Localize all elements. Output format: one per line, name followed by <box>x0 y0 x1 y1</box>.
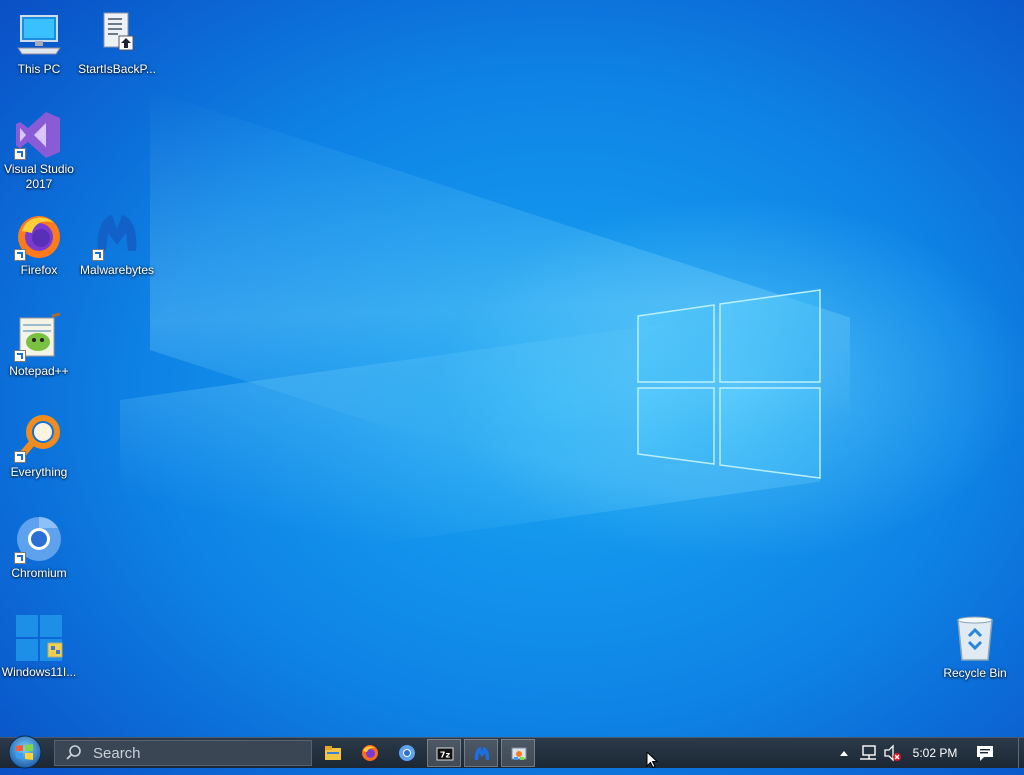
desktop-icon-startisback[interactable]: StartIsBackP... <box>78 10 156 77</box>
shortcut-arrow-icon <box>14 350 26 362</box>
7zip-icon: 7z <box>436 747 454 761</box>
taskbar-control-panel[interactable] <box>501 739 535 767</box>
firefox-icon <box>14 211 64 261</box>
control-panel-icon <box>511 747 527 760</box>
installer-file-icon <box>92 10 142 60</box>
network-wired-icon <box>860 745 876 760</box>
taskbar-malwarebytes[interactable] <box>464 739 498 767</box>
shortcut-arrow-icon <box>92 249 104 261</box>
taskbar-7zip[interactable]: 7z <box>427 739 461 767</box>
volume-tray-button[interactable] <box>882 738 902 768</box>
shortcut-arrow-icon <box>14 148 26 160</box>
desktop-icon-firefox[interactable]: Firefox <box>0 211 78 278</box>
chevron-up-icon <box>840 751 848 756</box>
volume-muted-icon <box>884 744 901 762</box>
show-desktop-button[interactable] <box>1018 738 1024 768</box>
windows-logo-wallpaper <box>637 289 821 479</box>
desktop-icon-notepadpp[interactable]: Notepad++ <box>0 312 78 379</box>
firefox-icon <box>362 745 378 761</box>
desktop-icon-label: Firefox <box>20 263 58 277</box>
network-tray-button[interactable] <box>858 738 878 768</box>
desktop-icon-malwarebytes[interactable]: Malwarebytes <box>78 211 156 278</box>
start-button[interactable] <box>4 734 46 770</box>
taskbar-clock[interactable]: 5:02 PM <box>904 746 966 760</box>
desktop-icon-label: Visual Studio 2017 <box>4 162 74 191</box>
desktop-icon-this-pc[interactable]: This PC <box>0 10 78 77</box>
desktop-icon-label: Windows11I... <box>1 665 77 679</box>
desktop-icon-label: Malwarebytes <box>79 263 155 277</box>
recycle-bin-icon <box>950 614 1000 664</box>
desktop-icon-label: StartIsBackP... <box>78 62 156 76</box>
taskbar-firefox[interactable] <box>353 739 387 767</box>
desktop-icon-recycle-bin[interactable]: Recycle Bin <box>936 614 1014 681</box>
desktop-icon-label: This PC <box>17 62 61 76</box>
desktop-icon-label: Notepad++ <box>9 364 69 378</box>
malwarebytes-icon <box>474 747 490 760</box>
file-explorer-icon <box>325 746 341 760</box>
desktop-icon-label: Recycle Bin <box>943 666 1007 680</box>
everything-search-icon <box>14 413 64 463</box>
desktop-icon-everything[interactable]: Everything <box>0 413 78 480</box>
notification-icon <box>977 746 993 761</box>
chromium-icon <box>14 514 64 564</box>
shortcut-arrow-icon <box>14 451 26 463</box>
windows-start-orb-icon <box>8 735 42 769</box>
mouse-cursor-icon <box>646 752 659 768</box>
desktop-icon-visual-studio[interactable]: Visual Studio 2017 <box>0 110 78 192</box>
malwarebytes-icon <box>92 211 142 261</box>
taskbar-file-explorer[interactable] <box>316 739 350 767</box>
windows11-icon <box>14 613 64 663</box>
action-center-button[interactable] <box>975 738 995 768</box>
search-icon <box>66 745 81 760</box>
desktop-icon-windows11-installer[interactable]: Windows11I... <box>0 613 78 680</box>
taskbar: Search 7z 5:02 PM <box>0 734 1024 770</box>
svg-text:7z: 7z <box>440 751 451 760</box>
search-placeholder: Search <box>93 745 141 762</box>
desktop-icon-chromium[interactable]: Chromium <box>0 514 78 581</box>
desktop-icon-label: Everything <box>10 465 68 479</box>
shortcut-arrow-icon <box>14 552 26 564</box>
desktop-icon-label: Chromium <box>11 566 67 580</box>
taskbar-search-box[interactable]: Search <box>54 740 312 766</box>
chromium-icon <box>399 745 415 761</box>
notepadpp-icon <box>14 312 64 362</box>
computer-icon <box>14 10 64 60</box>
show-hidden-icons-button[interactable] <box>838 738 850 768</box>
taskbar-chromium[interactable] <box>390 739 424 767</box>
shortcut-arrow-icon <box>14 249 26 261</box>
visual-studio-icon <box>14 110 64 160</box>
